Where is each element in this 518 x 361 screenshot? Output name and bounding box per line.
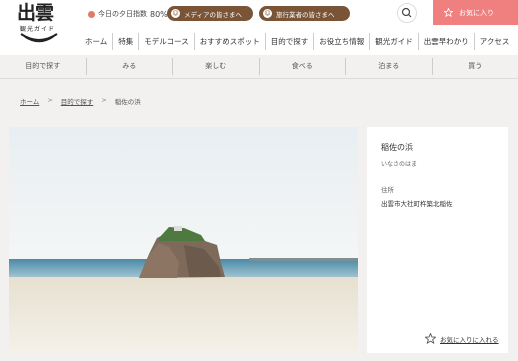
subnav-item-see[interactable]: みる (85, 58, 173, 75)
nav-item-model-course[interactable]: モデルコース (138, 33, 193, 50)
nav-item-home[interactable]: ホーム (80, 33, 112, 50)
breadcrumb-separator: > (47, 96, 53, 104)
breadcrumb-separator: > (101, 96, 107, 104)
logo-title: 出雲 (17, 2, 54, 24)
address-label: 住所 (381, 186, 394, 194)
nav-item-overview[interactable]: 出雲早わかり (417, 33, 474, 50)
site-header: 出雲 観光ガイド 今日の夕日指数 80% ☺ メディアの皆さまへ ☺ 旅行業者の… (0, 0, 518, 55)
sub-nav: 目的で探す みる 楽しむ 食べる 泊まる 買う (0, 58, 518, 75)
subnav-item-stay[interactable]: 泊まる (345, 58, 432, 75)
travel-agent-button[interactable]: ☺ 旅行業者の皆さまへ (259, 6, 350, 21)
subnav-item-buy[interactable]: 買う (431, 58, 518, 75)
travel-button-label: 旅行業者の皆さまへ (276, 10, 335, 19)
subnav-item-enjoy[interactable]: 楽しむ (172, 58, 259, 75)
sunset-value: 80% (150, 9, 168, 19)
face-icon: ☺ (263, 9, 272, 18)
nav-item-guide[interactable]: 観光ガイド (369, 33, 418, 50)
breadcrumb-category[interactable]: 目的で探す (61, 96, 94, 106)
spot-photo (9, 127, 358, 353)
nav-item-search-purpose[interactable]: 目的で探す (264, 33, 314, 50)
beach-rock-image (9, 127, 358, 353)
sunset-index: 今日の夕日指数 80% (88, 9, 168, 19)
media-button[interactable]: ☺ メディアの皆さまへ (167, 6, 253, 21)
search-icon (401, 7, 412, 18)
site-logo[interactable]: 出雲 観光ガイド (17, 3, 61, 47)
nav-item-access[interactable]: アクセス (473, 33, 515, 50)
subnav-item-eat[interactable]: 食べる (258, 58, 346, 75)
spot-kana: いなさのはま (381, 161, 418, 168)
media-button-label: メディアの皆さまへ (184, 10, 243, 19)
sun-icon (88, 10, 95, 18)
logo-wave-icon (20, 33, 58, 43)
subnav-item-purpose[interactable]: 目的で探す (0, 58, 86, 75)
nav-item-spots[interactable]: おすすめスポット (193, 33, 265, 50)
add-favorite-label: お気に入りに入れる (440, 335, 499, 344)
star-icon (444, 8, 453, 17)
add-favorite-link[interactable]: お気に入りに入れる (425, 333, 499, 344)
breadcrumb: ホーム > 目的で探す > 稲佐の浜 (20, 96, 141, 106)
favorites-label: お気に入り (459, 8, 494, 17)
spot-name: 稲佐の浜 (381, 143, 413, 152)
nav-divider (0, 78, 518, 79)
search-button[interactable] (397, 3, 417, 23)
favorites-button[interactable]: お気に入り (433, 0, 518, 25)
address-value: 出雲市大社町杵築北稲佐 (381, 200, 453, 208)
breadcrumb-home[interactable]: ホーム (20, 96, 39, 106)
nav-item-features[interactable]: 特集 (112, 33, 138, 50)
spot-info-panel: 稲佐の浜 いなさのはま 住所 出雲市大社町杵築北稲佐 お気に入りに入れる (367, 127, 508, 353)
breadcrumb-current: 稲佐の浜 (114, 98, 141, 106)
face-icon: ☺ (171, 9, 180, 18)
sunset-label: 今日の夕日指数 (98, 10, 147, 18)
main-nav: ホーム 特集 モデルコース おすすめスポット 目的で探す お役立ち情報 観光ガイ… (80, 33, 514, 50)
star-icon (425, 333, 436, 344)
nav-item-useful-info[interactable]: お役立ち情報 (313, 33, 369, 50)
